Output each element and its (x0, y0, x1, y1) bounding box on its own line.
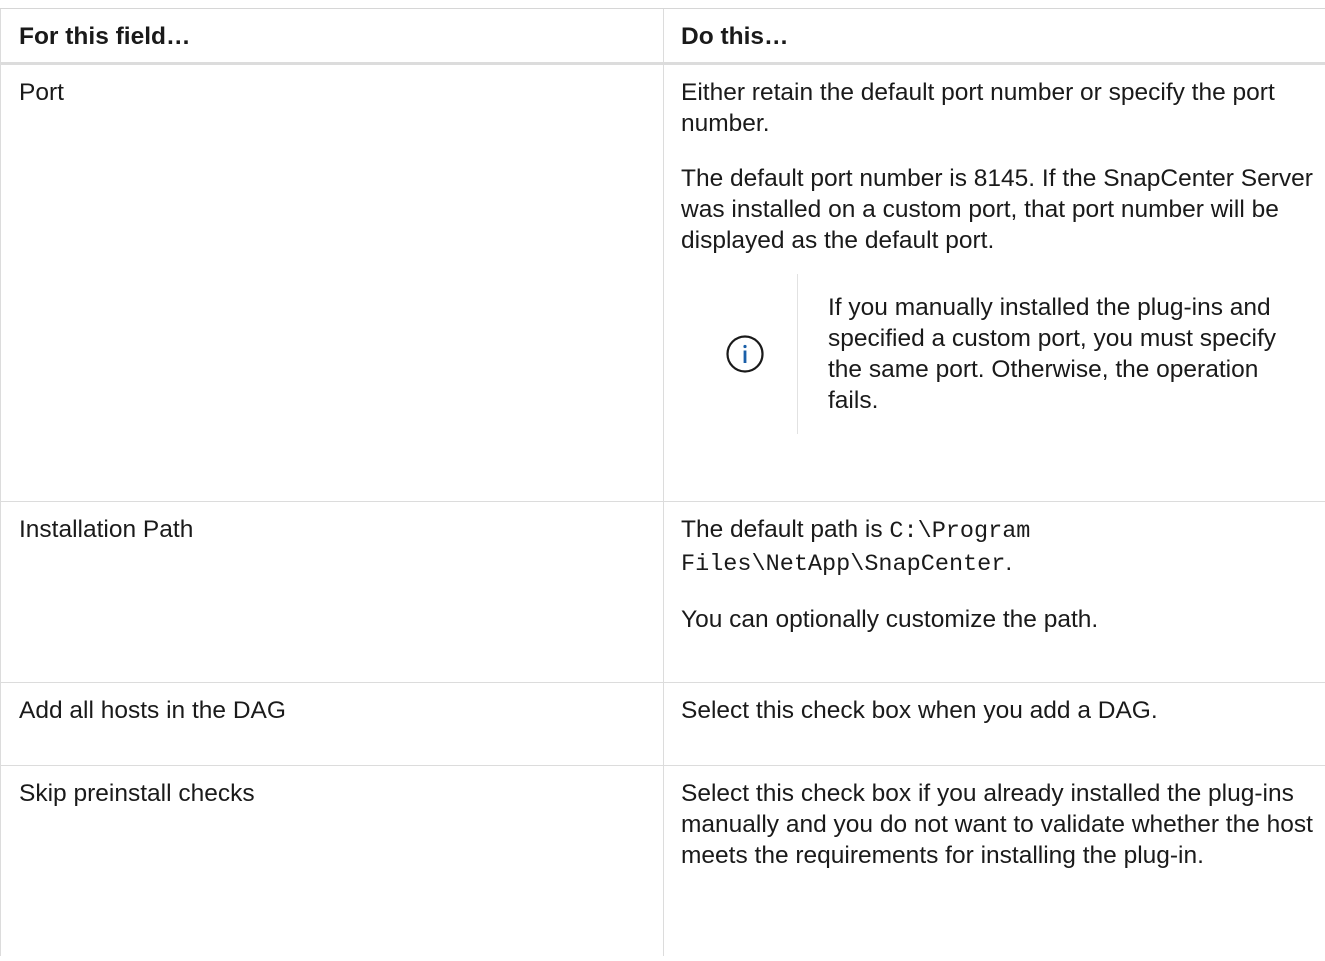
table-row: Installation Path The default path is C:… (0, 502, 1325, 683)
field-name: Port (0, 65, 664, 501)
path-suffix: . (1005, 549, 1013, 576)
header-field: For this field… (0, 9, 664, 62)
description-paragraph: You can optionally customize the path. (681, 606, 1099, 633)
table-row: Add all hosts in the DAG Select this che… (0, 683, 1325, 766)
table-row: Port Either retain the default port numb… (0, 65, 1325, 502)
note-text: If you manually installed the plug-ins a… (828, 294, 1276, 414)
field-name: Installation Path (0, 502, 664, 682)
note-icon-container (681, 274, 798, 434)
field-description: The default path is C:\Program Files\Net… (664, 502, 1325, 682)
field-name: Skip preinstall checks (0, 766, 664, 956)
description-paragraph: The default path is C:\Program Files\Net… (681, 514, 1319, 580)
table-row: Skip preinstall checks Select this check… (0, 766, 1325, 956)
description-paragraph: Select this check box when you add a DAG… (681, 697, 1158, 724)
field-description: Select this check box if you already ins… (664, 766, 1325, 956)
header-action: Do this… (681, 23, 789, 50)
description-paragraph: Select this check box if you already ins… (681, 780, 1313, 869)
field-description: Select this check box when you add a DAG… (664, 683, 1325, 765)
description-paragraph: The default port number is 8145. If the … (681, 165, 1313, 254)
note-block: If you manually installed the plug-ins a… (681, 274, 1319, 434)
field-name: Add all hosts in the DAG (0, 683, 664, 765)
field-description-table: For this field… Do this… Port Either ret… (0, 8, 1325, 956)
description-paragraph: Either retain the default port number or… (681, 79, 1275, 137)
info-icon (726, 335, 764, 373)
path-prefix: The default path is (681, 516, 890, 543)
table-header-row: For this field… Do this… (0, 9, 1325, 65)
field-description: Either retain the default port number or… (664, 65, 1325, 501)
